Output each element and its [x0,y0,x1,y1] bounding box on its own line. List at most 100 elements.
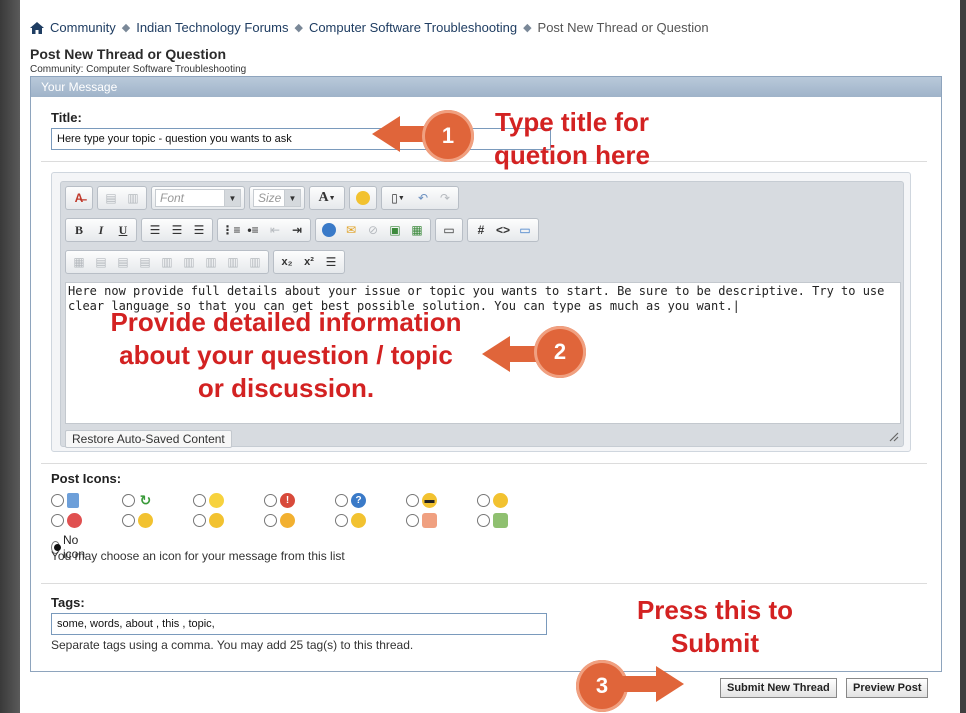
post-icon-radio[interactable] [193,494,206,507]
superscript-icon[interactable]: x² [299,253,319,271]
post-icon-option[interactable] [477,513,508,528]
quote-icon[interactable]: ▭ [439,221,459,239]
post-icon-option[interactable]: ↻ [122,492,153,508]
font-color-button[interactable]: A ▼ [313,189,341,207]
post-icon-radio[interactable] [264,494,277,507]
table-col-after-icon[interactable]: ▥ [179,253,199,271]
post-icon-radio[interactable] [122,494,135,507]
post-icon-radio[interactable] [477,494,490,507]
post-icon-radio[interactable] [335,494,348,507]
size-select[interactable]: Size ▼ [253,189,301,207]
restore-autosave-button[interactable]: Restore Auto-Saved Content [65,430,232,448]
left-shadow [0,0,20,713]
tags-input[interactable] [51,613,547,635]
bullet-list-icon[interactable]: •≡ [243,221,263,239]
paste-icon[interactable]: ▤ [101,189,121,207]
post-icon-radio[interactable] [335,514,348,527]
toolbar-group: ▯ ▼ ↶ ↷ [381,186,459,210]
font-color-icon: A [318,190,329,205]
table-delete-col-icon[interactable]: ▥ [201,253,221,271]
toolbar-row-2: B I U ☰ ☰ ☰ ⋮≡ •≡ ⇤ ⇥ ✉ ⊘ ▣ ▦ ▭ # <> ▭ [65,218,539,242]
post-icon-option[interactable]: ▬ [406,493,437,508]
post-icon-radio[interactable] [122,514,135,527]
post-icon-option[interactable] [264,513,295,528]
breadcrumb-link-indian-technology-forums[interactable]: Indian Technology Forums [136,20,288,35]
toolbar-group [349,186,377,210]
submit-thread-button[interactable]: Submit New Thread [720,678,837,698]
table-delete-icon[interactable]: ▥ [223,253,243,271]
frown-icon [138,513,153,528]
happy-icon [280,513,295,528]
post-icon-radio[interactable] [264,514,277,527]
smiley-icon[interactable] [353,189,373,207]
post-icon-option[interactable] [122,513,153,528]
breadcrumb-link-community[interactable]: Community [50,20,116,35]
paste-text-icon[interactable]: ▥ [123,189,143,207]
post-icon-option[interactable] [193,493,224,508]
subscript-icon[interactable]: x₂ [277,253,297,271]
table-row-after-icon[interactable]: ▤ [113,253,133,271]
image-icon[interactable]: ▣ [385,221,405,239]
link-icon[interactable] [319,221,339,239]
post-icon-radio[interactable] [477,514,490,527]
redo-icon[interactable]: ↷ [435,189,455,207]
step-2-line-3: or discussion. [197,373,375,403]
video-icon[interactable]: ▦ [407,221,427,239]
table-col-before-icon[interactable]: ▥ [157,253,177,271]
align-center-icon[interactable]: ☰ [167,221,187,239]
indent-icon[interactable]: ⇥ [287,221,307,239]
breadcrumb-link-software-troubleshooting[interactable]: Computer Software Troubleshooting [309,20,517,35]
underline-icon[interactable]: U [113,221,133,239]
post-icon-option[interactable] [406,513,437,528]
chevron-down-icon: ▼ [224,190,240,206]
italic-icon[interactable]: I [91,221,111,239]
step-2-line-2: about your question / topic [119,340,453,370]
page: Community ◆ Indian Technology Forums ◆ C… [20,0,960,713]
post-icon-radio[interactable] [406,514,419,527]
panel-header: Your Message [31,77,941,97]
attachment-icon[interactable]: ▯ ▼ [385,189,411,207]
table-row-before-icon[interactable]: ▤ [91,253,111,271]
breadcrumb-current: Post New Thread or Question [537,20,709,35]
resize-grip-icon[interactable] [887,430,899,442]
toolbar-group: A̶ [65,186,93,210]
horizontal-rule-icon[interactable]: ☰ [321,253,341,271]
post-icon-option[interactable] [477,493,508,508]
align-left-icon[interactable]: ☰ [145,221,165,239]
size-select-label: Size [258,191,282,205]
toolbar-group: # <> ▭ [467,218,539,242]
hashtag-icon[interactable]: # [471,221,491,239]
divider [41,463,927,464]
toolbar-group: Font ▼ [151,186,245,210]
post-icon-radio[interactable] [51,494,64,507]
post-icon-option[interactable]: ! [264,493,295,508]
post-icon-radio[interactable] [193,514,206,527]
home-icon[interactable] [30,21,44,34]
step-2-annotation: Provide detailed information about your … [76,306,496,405]
remove-format-icon[interactable]: A̶ [69,189,89,207]
email-icon[interactable]: ✉ [341,221,361,239]
undo-icon[interactable]: ↶ [413,189,433,207]
post-icon-option[interactable] [51,493,79,508]
post-icon-option[interactable] [193,513,224,528]
post-icon-radio[interactable] [406,494,419,507]
code-icon[interactable]: <> [493,221,513,239]
outdent-icon[interactable]: ⇤ [265,221,285,239]
post-icon-option[interactable] [51,513,82,528]
post-icon-option[interactable]: ? [335,493,366,508]
table-icon[interactable]: ▦ [69,253,89,271]
unlink-icon[interactable]: ⊘ [363,221,383,239]
table-merge-icon[interactable]: ▥ [245,253,265,271]
ordered-list-icon[interactable]: ⋮≡ [221,221,241,239]
post-icon-radio[interactable] [51,514,64,527]
table-delete-row-icon[interactable]: ▤ [135,253,155,271]
align-right-icon[interactable]: ☰ [189,221,209,239]
chevron-down-icon: ▼ [284,190,300,206]
html-icon[interactable]: ▭ [515,221,535,239]
preview-post-button[interactable]: Preview Post [846,678,929,698]
page-title: Post New Thread or Question [30,46,227,62]
post-icon-option[interactable] [335,513,366,528]
breadcrumb-separator-icon: ◆ [121,22,131,34]
bold-icon[interactable]: B [69,221,89,239]
font-select[interactable]: Font ▼ [155,189,241,207]
